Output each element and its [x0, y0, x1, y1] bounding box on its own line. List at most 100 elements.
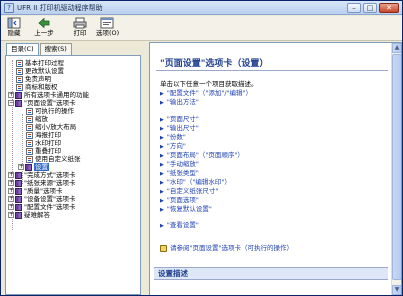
vertical-scrollbar[interactable]: ▲ ▼: [391, 43, 401, 295]
topic-link[interactable]: ▶ "方向": [160, 142, 186, 150]
title-divider: [156, 70, 388, 71]
back-label: 上一步: [34, 29, 54, 37]
page-icon: [16, 83, 23, 91]
book-icon: [15, 203, 22, 211]
tree-item[interactable]: 基本打印过程: [16, 59, 64, 67]
book-icon: [15, 179, 22, 187]
help-app-icon: ?: [4, 3, 14, 13]
scroll-up-icon[interactable]: ▲: [392, 43, 401, 53]
topic-link[interactable]: ▶ "份数": [160, 133, 186, 141]
section-header: 设置描述: [154, 267, 388, 280]
tab-search[interactable]: 搜索(S): [39, 43, 72, 55]
expand-icon[interactable]: +: [8, 196, 14, 202]
expand-icon[interactable]: +: [8, 92, 14, 98]
expand-icon[interactable]: +: [8, 204, 14, 210]
back-button[interactable]: 上一步: [33, 17, 55, 40]
title-bar: ? UFR II 打印机驱动程序帮助 – □ ✕: [1, 1, 402, 15]
nav-tabs: 目录(C) 搜索(S): [6, 43, 73, 56]
topic-link[interactable]: ▶ "输出尺寸": [160, 124, 199, 132]
bullet-icon: ▶: [160, 198, 164, 204]
topic-link[interactable]: ▶ "手动缩放": [160, 160, 199, 168]
print-icon: [73, 17, 87, 29]
maximize-button[interactable]: □: [363, 3, 377, 13]
topic-link[interactable]: ▶ "自定义纸张尺寸": [160, 187, 218, 195]
tree-item[interactable]: 重叠打印: [26, 147, 61, 155]
page-icon: [26, 155, 33, 163]
tree-item-selected[interactable]: + 设置: [18, 163, 49, 171]
page-icon: [16, 75, 23, 83]
tree-item[interactable]: 更改默认设置: [16, 67, 64, 75]
book-icon: [15, 99, 22, 107]
topic-link[interactable]: ▶ "查看设置": [160, 221, 199, 229]
print-button[interactable]: 打印: [69, 17, 91, 40]
navigation-pane: 目录(C) 搜索(S) 基本打印过程 更改默认设置 免责声明 商标和版权 + 所有…: [1, 41, 145, 295]
topic-link[interactable]: ▶ "水印"（"编辑水印"）: [160, 178, 231, 186]
topic-link[interactable]: ▶ "恢复默认设置": [160, 205, 212, 213]
minimize-button[interactable]: –: [347, 3, 361, 13]
window-title: UFR II 打印机驱动程序帮助: [17, 4, 103, 12]
tree-item[interactable]: − "页面设置"选项卡: [8, 99, 75, 107]
topic-body: "页面设置"选项卡（设置） 单击以下任意一个项目获取描述。 ▶ "配置文件"（"添…: [150, 43, 392, 295]
book-icon: [15, 195, 22, 203]
topic-link[interactable]: ▶ "输出方法": [160, 98, 199, 106]
help-window: ? UFR II 打印机驱动程序帮助 – □ ✕ 隐藏 上一步 打印 选项(O)…: [0, 0, 403, 296]
related-topic-link[interactable]: 请参阅"页面设置"选项卡（可执行的操作）: [160, 242, 293, 252]
page-icon: [26, 147, 33, 155]
page-icon: [26, 107, 33, 115]
scroll-down-icon[interactable]: ▼: [392, 285, 401, 295]
bullet-icon: ▶: [160, 153, 164, 159]
tree-item[interactable]: + "配置文件"选项卡: [8, 203, 75, 211]
options-label: 选项(O): [96, 29, 120, 37]
tree-item[interactable]: + "质量"选项卡: [8, 187, 62, 195]
note-icon: [160, 244, 167, 252]
tree-item[interactable]: 使用自定义纸张: [26, 155, 81, 163]
tree-item[interactable]: 免责声明: [16, 75, 51, 83]
tree-item[interactable]: 海报打印: [26, 131, 61, 139]
page-icon: [26, 115, 33, 123]
page-icon: [26, 131, 33, 139]
topic-link[interactable]: ▶ "配置文件"（"添加"/"编辑"）: [160, 89, 252, 97]
tree-item[interactable]: 缩小/放大布局: [26, 123, 76, 131]
close-button[interactable]: ✕: [379, 3, 399, 13]
window-controls: – □ ✕: [347, 3, 399, 13]
expand-icon[interactable]: +: [8, 212, 14, 218]
hide-icon: [7, 17, 21, 29]
scroll-thumb[interactable]: [392, 54, 401, 280]
bullet-icon: ▶: [160, 126, 164, 132]
tree-item[interactable]: + "设备设置"选项卡: [8, 195, 75, 203]
bullet-icon: ▶: [160, 135, 164, 141]
topic-link[interactable]: ▶ "页面布局"（"页面顺序"）: [160, 151, 244, 159]
collapse-icon[interactable]: −: [8, 100, 14, 106]
expand-icon[interactable]: +: [18, 164, 24, 170]
bullet-icon: ▶: [160, 223, 164, 229]
bullet-icon: ▶: [160, 180, 164, 186]
topic-link[interactable]: ▶ "页面选项": [160, 196, 199, 204]
expand-icon[interactable]: +: [8, 180, 14, 186]
topic-link[interactable]: ▶ "纸张类型": [160, 169, 199, 177]
options-icon: [100, 17, 114, 29]
tree-item[interactable]: 可执行的操作: [26, 107, 74, 115]
bullet-icon: ▶: [160, 162, 164, 168]
bullet-icon: ▶: [160, 100, 164, 106]
book-icon: [15, 187, 22, 195]
contents-tree: 基本打印过程 更改默认设置 免责声明 商标和版权 + 所有选项卡通用的功能 − "页…: [5, 55, 141, 295]
page-icon: [16, 59, 23, 67]
expand-icon[interactable]: +: [8, 188, 14, 194]
tree-item[interactable]: 缩放: [26, 115, 48, 123]
tree-item[interactable]: + 所有选项卡通用的功能: [8, 91, 89, 99]
book-icon: [25, 163, 32, 171]
tree-item[interactable]: 水印打印: [26, 139, 61, 147]
hide-button[interactable]: 隐藏: [3, 17, 25, 40]
bullet-icon: ▶: [160, 91, 164, 97]
intro-text: 单击以下任意一个项目获取描述。: [160, 80, 258, 88]
bullet-icon: ▶: [160, 117, 164, 123]
tree-item[interactable]: 商标和版权: [16, 83, 58, 91]
tree-item[interactable]: + "纸张来源"选项卡: [8, 179, 75, 187]
print-label: 打印: [73, 29, 87, 37]
tree-item[interactable]: + 疑难解答: [8, 211, 50, 219]
bullet-icon: ▶: [160, 189, 164, 195]
tree-item[interactable]: + "完成方式"选项卡: [8, 171, 75, 179]
topic-link[interactable]: ▶ "页面尺寸": [160, 115, 199, 123]
options-button[interactable]: 选项(O): [96, 17, 120, 40]
expand-icon[interactable]: +: [8, 172, 14, 178]
